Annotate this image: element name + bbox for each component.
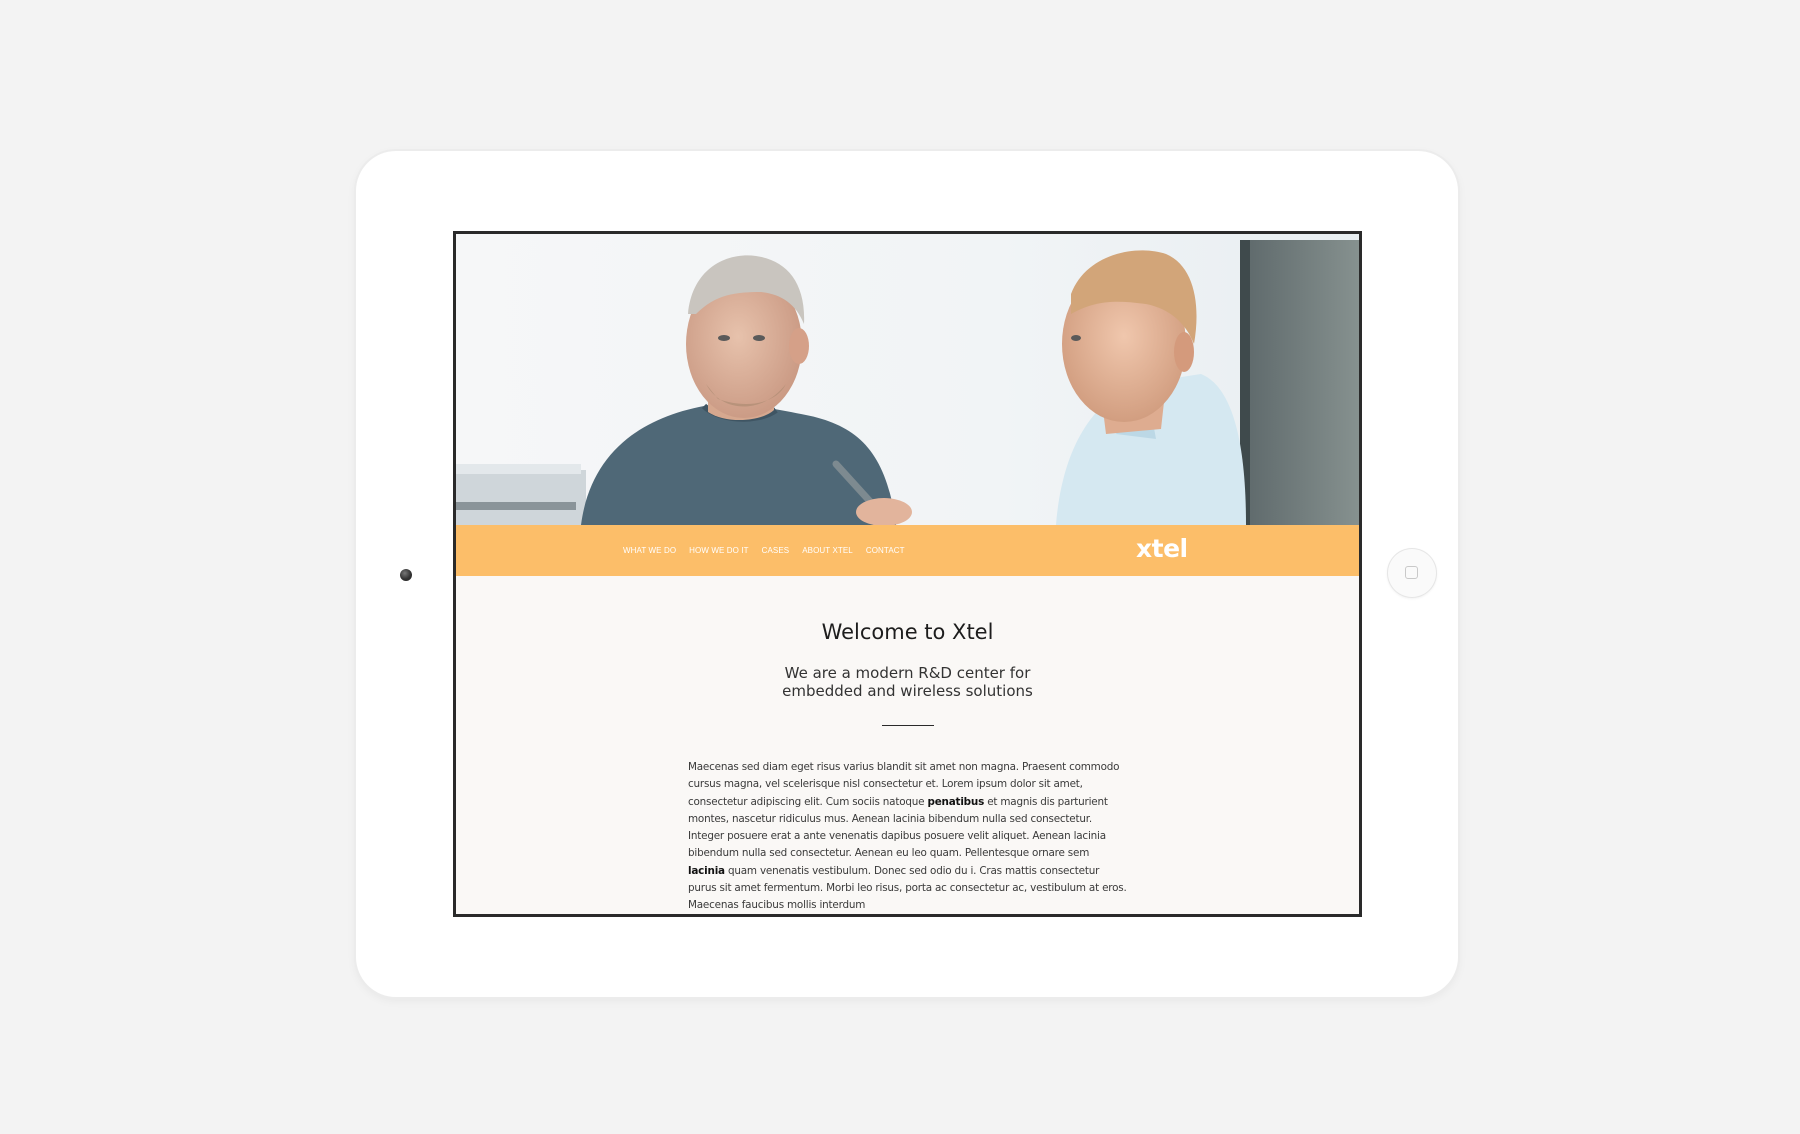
paragraph-1-bold: penatibus — [927, 795, 985, 808]
nav-item-about-xtel[interactable]: ABOUT XTEL — [802, 546, 853, 555]
nav-item-contact[interactable]: CONTACT — [866, 546, 905, 555]
nav-menu: WHAT WE DO HOW WE DO IT CASES ABOUT XTEL… — [623, 525, 918, 576]
hero-image — [456, 234, 1359, 525]
intro-paragraph-2: Integer posuere erat a ante venenatis da… — [688, 828, 1128, 914]
front-camera — [400, 569, 412, 581]
home-button[interactable] — [1387, 548, 1437, 598]
nav-item-cases[interactable]: CASES — [762, 546, 790, 555]
page-title: Welcome to Xtel — [821, 620, 994, 644]
nav-item-how-we-do-it[interactable]: HOW WE DO IT — [689, 546, 748, 555]
tablet-screen: WHAT WE DO HOW WE DO IT CASES ABOUT XTEL… — [453, 231, 1362, 917]
paragraph-2-text-a: Integer posuere erat a ante venenatis da… — [688, 830, 1106, 860]
nav-item-what-we-do[interactable]: WHAT WE DO — [623, 546, 676, 555]
main-content: Welcome to Xtel We are a modern R&D cent… — [456, 576, 1359, 914]
paragraph-2-bold: lacinia — [688, 864, 725, 877]
intro-paragraph-1: Maecenas sed diam eget risus varius blan… — [688, 759, 1128, 828]
page-subtitle: We are a modern R&D center for embedded … — [456, 664, 1359, 700]
section-divider — [882, 725, 934, 726]
paragraph-2-text-b: quam venenatis vestibulum. Donec sed odi… — [688, 864, 1127, 912]
home-square-icon — [1405, 566, 1418, 579]
hero-photo-illustration — [456, 234, 1359, 525]
subtitle-line-2: embedded and wireless solutions — [782, 682, 1033, 700]
subtitle-line-1: We are a modern R&D center for — [784, 664, 1031, 682]
xtel-logo[interactable]: xtel — [1136, 534, 1188, 564]
top-navigation-bar: WHAT WE DO HOW WE DO IT CASES ABOUT XTEL… — [456, 525, 1359, 576]
